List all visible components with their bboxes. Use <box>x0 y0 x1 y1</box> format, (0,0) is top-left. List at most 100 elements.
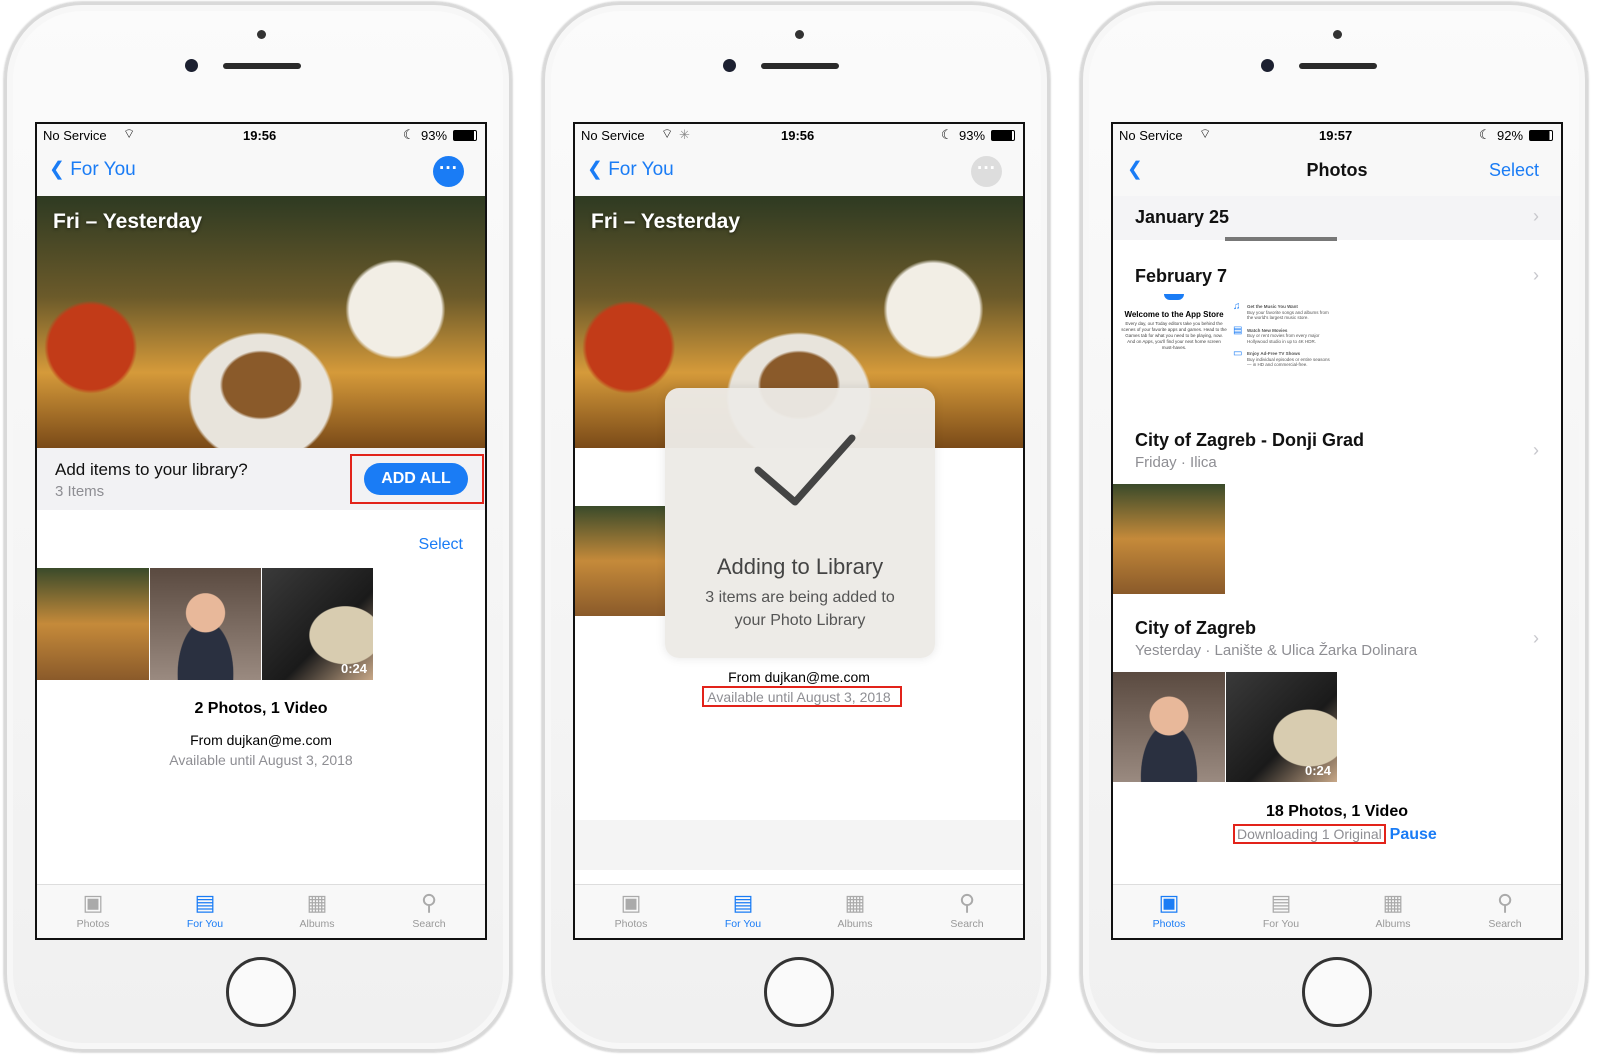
time: 19:56 <box>781 128 815 143</box>
tab-albums[interactable]: ▦ Albums <box>261 885 373 938</box>
section-place: Ilica <box>1190 454 1217 471</box>
photo-thumbnail-selfie[interactable] <box>150 568 261 680</box>
thumbnail-strip <box>1225 237 1337 241</box>
add-banner: Add items to your library? 3 Items ADD A… <box>37 448 485 510</box>
tab-label: Albums <box>837 918 873 930</box>
battery-icon <box>991 130 1015 141</box>
tab-for-you[interactable]: ▤ For You <box>1225 885 1337 938</box>
tab-for-you[interactable]: ▤ For You <box>687 885 799 938</box>
tab-photos[interactable]: ▣ Photos <box>575 885 687 938</box>
hero-photo[interactable]: Fri – Yesterday <box>37 196 485 448</box>
highlight-box <box>702 686 902 707</box>
feature-title: Watch New Movies <box>1247 327 1288 333</box>
feature-text: Buy or rent movies from every major Holl… <box>1247 333 1320 344</box>
section-title: January 25 <box>1135 207 1230 227</box>
banner-count: 3 Items <box>55 483 105 500</box>
tab-label: For You <box>1262 918 1300 930</box>
select-button[interactable]: Select <box>1489 160 1539 181</box>
tab-label: Photos <box>614 918 648 930</box>
search-icon: ⚲ <box>1496 890 1514 915</box>
home-button[interactable] <box>764 957 834 1027</box>
back-button[interactable]: ❮ For You <box>587 158 674 181</box>
tab-search[interactable]: ⚲ Search <box>373 885 485 938</box>
photo-thumbnail-cake[interactable] <box>37 568 149 680</box>
tab-albums[interactable]: ▦ Albums <box>799 885 911 938</box>
home-button[interactable] <box>1302 957 1372 1027</box>
section-january-25[interactable]: January 25 › <box>1113 196 1561 241</box>
moon-icon: ☾ <box>941 127 953 142</box>
tab-for-you[interactable]: ▤ For You <box>149 885 261 938</box>
more-button[interactable]: ··· <box>433 156 464 187</box>
section-place: Lanište & Ulica Žarka Dolinara <box>1214 642 1418 659</box>
tab-photos[interactable]: ▣ Photos <box>37 885 149 938</box>
chevron-right-icon: › <box>1533 628 1539 648</box>
tab-albums[interactable]: ▦ Albums <box>1337 885 1449 938</box>
tab-label: Photos <box>76 918 110 930</box>
tv-icon: ▭ <box>1233 348 1243 359</box>
more-button-disabled[interactable]: ··· <box>971 156 1002 187</box>
tab-label: For You <box>186 918 224 930</box>
for-you-icon: ▤ <box>1270 890 1292 915</box>
back-button[interactable]: ❮ For You <box>49 158 136 181</box>
app-store-screenshot: Welcome to the App Store Every day, our … <box>1121 294 1227 351</box>
section-title: City of Zagreb <box>1135 618 1257 638</box>
video-thumbnail[interactable]: 0:24 <box>262 568 373 680</box>
app-store-icon <box>1164 294 1184 300</box>
back-label: For You <box>70 159 136 180</box>
wifi-icon: ⌔ <box>661 126 674 141</box>
feature-title: Enjoy Ad-Free TV Shows <box>1247 351 1301 356</box>
hud-title: Adding to Library <box>716 554 884 579</box>
tab-label: Photos <box>1152 918 1186 930</box>
battery-icon <box>453 130 477 141</box>
video-thumbnail[interactable]: 0:24 <box>1226 672 1337 782</box>
carrier: No Service <box>581 128 645 143</box>
battery-icon <box>1529 130 1553 141</box>
select-button[interactable]: Select <box>419 536 463 554</box>
phone-2: No Service ⌔ ✳ 19:56 ☾ 93% ❮ For You ···… <box>542 2 1050 1052</box>
screen: No Service ⌔ ✳ 19:56 ☾ 93% ❮ For You ···… <box>573 122 1025 940</box>
availability: Available until August 3, 2018 <box>169 752 353 768</box>
tab-search[interactable]: ⚲ Search <box>1449 885 1561 938</box>
chevron-right-icon: › <box>1533 265 1539 285</box>
carrier: No Service <box>43 128 107 143</box>
section-date: Friday <box>1135 454 1177 471</box>
tab-search[interactable]: ⚲ Search <box>911 885 1023 938</box>
hud-message: 3 items are being added to your Photo Li… <box>705 589 895 629</box>
feature-text: Buy individual episodes or entire season… <box>1247 356 1330 368</box>
section-title: City of Zagreb - Donji Grad <box>1135 430 1365 450</box>
tab-label: For You <box>724 918 762 930</box>
search-icon: ⚲ <box>420 890 438 915</box>
front-camera <box>1261 59 1274 72</box>
photo-thumbnail-cake[interactable] <box>1113 484 1225 594</box>
chevron-right-icon: › <box>1533 440 1539 460</box>
app-store-body: Every day, our Today editors take you be… <box>1121 321 1227 350</box>
screen: No Service ⌔ 19:57 ☾ 92% ❮ Photos Select… <box>1111 122 1563 940</box>
moon-icon: ☾ <box>403 127 415 142</box>
tab-photos[interactable]: ▣ Photos <box>1113 885 1225 938</box>
front-camera <box>723 59 736 72</box>
hero-title: Fri – Yesterday <box>53 210 203 233</box>
pause-button[interactable]: Pause <box>1390 826 1437 843</box>
front-camera <box>185 59 198 72</box>
status-bar: No Service ⌔ 19:57 ☾ 92% <box>1113 124 1561 148</box>
albums-icon: ▦ <box>844 890 866 915</box>
photos-icon: ▣ <box>620 890 642 915</box>
tab-bar: ▣ Photos ▤ For You ▦ Albums ⚲ Search <box>1113 884 1561 938</box>
status-bar: No Service ⌔ ✳ 19:56 ☾ 93% <box>575 124 1023 148</box>
section-donji-grad[interactable]: City of Zagreb - Donji Grad Friday · Ili… <box>1113 424 1561 604</box>
music-icon: ♫ <box>1233 301 1241 312</box>
photo-thumbnail-selfie[interactable] <box>1113 672 1225 782</box>
tab-label: Search <box>950 918 984 930</box>
back-label: For You <box>608 159 674 180</box>
section-february-7[interactable]: February 7 › Welcome to the App Store Ev… <box>1113 256 1561 406</box>
movies-icon: ▤ <box>1233 324 1243 336</box>
for-you-icon: ▤ <box>194 890 216 915</box>
moon-icon: ☾ <box>1479 127 1491 142</box>
status-bar: No Service ⌔ 19:56 ☾ 93% <box>37 124 485 148</box>
albums-icon: ▦ <box>306 890 328 915</box>
nav-bar: ❮ For You ··· <box>575 148 1023 196</box>
section-city-of-zagreb[interactable]: City of Zagreb Yesterday · Lanište & Uli… <box>1113 618 1561 788</box>
hero-title: Fri – Yesterday <box>591 210 741 233</box>
home-button[interactable] <box>226 957 296 1027</box>
activity-spinner-icon: ✳ <box>679 127 690 142</box>
